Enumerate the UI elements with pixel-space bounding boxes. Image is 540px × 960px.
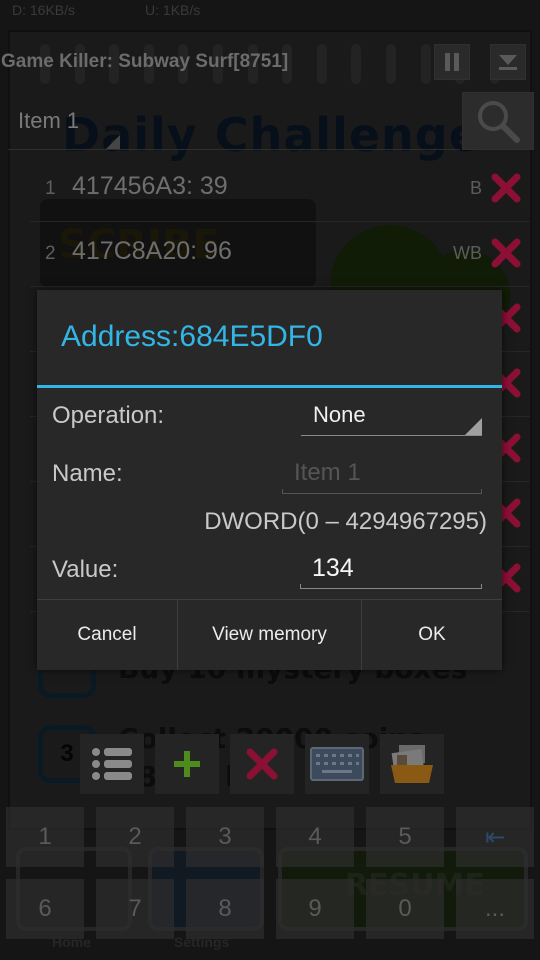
value-range-hint: DWORD(0 – 4294967295) bbox=[204, 508, 487, 535]
key-more[interactable]: ... bbox=[456, 879, 534, 939]
row-type: B bbox=[469, 178, 482, 198]
daily-challenge-title: Daily Challenge bbox=[62, 108, 481, 162]
key-9[interactable]: 9 bbox=[276, 879, 354, 939]
toolbar bbox=[80, 734, 444, 794]
item-name-spinner[interactable]: Item 1 bbox=[8, 104, 460, 150]
operation-label: Operation: bbox=[52, 402, 165, 429]
name-field-wrapper bbox=[282, 454, 482, 494]
row-type: WB bbox=[453, 243, 482, 263]
dialog-button-bar: Cancel View memory OK bbox=[37, 599, 502, 670]
key-0[interactable]: 0 bbox=[366, 879, 444, 939]
upload-speed: U: 1KB/s bbox=[145, 2, 201, 18]
add-button[interactable] bbox=[155, 734, 219, 794]
delete-row-icon[interactable] bbox=[490, 172, 522, 204]
cancel-button[interactable]: Cancel bbox=[37, 600, 178, 670]
value-label: Value: bbox=[52, 556, 119, 583]
plus-icon bbox=[174, 751, 200, 777]
key-2[interactable]: 2 bbox=[96, 807, 174, 867]
folder-icon bbox=[391, 745, 433, 783]
key-7[interactable]: 7 bbox=[96, 879, 174, 939]
close-icon bbox=[246, 748, 278, 780]
list-button[interactable] bbox=[80, 734, 144, 794]
keypad: 1 2 3 4 5 ⇤ 6 7 8 9 0... bbox=[6, 807, 534, 939]
value-field[interactable] bbox=[300, 549, 482, 587]
name-field[interactable] bbox=[282, 454, 482, 492]
minimize-button[interactable] bbox=[490, 44, 526, 80]
pause-button[interactable] bbox=[434, 44, 470, 80]
view-memory-button[interactable]: View memory bbox=[178, 600, 362, 670]
operation-value: None bbox=[313, 402, 366, 427]
row-index: 1 bbox=[45, 178, 56, 199]
row-address-value: 417456A3: 39 bbox=[72, 172, 228, 200]
dialog-title: Address:684E5DF0 bbox=[61, 320, 323, 353]
result-row[interactable]: 2 417C8A20: 96 WB bbox=[30, 223, 530, 287]
list-icon bbox=[92, 748, 132, 780]
title-divider bbox=[37, 385, 502, 388]
value-field-wrapper bbox=[300, 549, 482, 589]
spinner-arrow-icon bbox=[106, 135, 120, 149]
minimize-icon bbox=[499, 55, 517, 70]
row-index: 2 bbox=[45, 243, 56, 264]
delete-button[interactable] bbox=[230, 734, 294, 794]
status-bar: D: 16KB/s U: 1KB/s bbox=[12, 2, 200, 18]
key-5[interactable]: 5 bbox=[366, 807, 444, 867]
key-6[interactable]: 6 bbox=[6, 879, 84, 939]
app-title: Game Killer: Subway Surf[8751] bbox=[1, 51, 289, 72]
spinner-arrow-icon bbox=[465, 418, 482, 435]
key-4[interactable]: 4 bbox=[276, 807, 354, 867]
key-3[interactable]: 3 bbox=[186, 807, 264, 867]
pause-icon bbox=[445, 53, 450, 71]
search-button[interactable] bbox=[462, 92, 534, 150]
search-icon bbox=[478, 101, 520, 143]
key-8[interactable]: 8 bbox=[186, 879, 264, 939]
result-row[interactable]: 1 417456A3: 39 B bbox=[30, 158, 530, 222]
download-speed: D: 16KB/s bbox=[12, 2, 76, 18]
folder-button[interactable] bbox=[380, 734, 444, 794]
row-address-value: 417C8A20: 96 bbox=[72, 237, 232, 265]
operation-spinner[interactable]: None bbox=[301, 396, 482, 436]
delete-row-icon[interactable] bbox=[490, 237, 522, 269]
keyboard-icon bbox=[310, 747, 364, 781]
backspace-key[interactable]: ⇤ bbox=[456, 807, 534, 867]
key-1[interactable]: 1 bbox=[6, 807, 84, 867]
name-label: Name: bbox=[52, 460, 123, 487]
edit-address-dialog: Address:684E5DF0 Operation: None Name: D… bbox=[37, 290, 502, 670]
ok-button[interactable]: OK bbox=[362, 600, 502, 670]
item-name-value: Item 1 bbox=[18, 108, 80, 133]
keyboard-button[interactable] bbox=[305, 734, 369, 794]
